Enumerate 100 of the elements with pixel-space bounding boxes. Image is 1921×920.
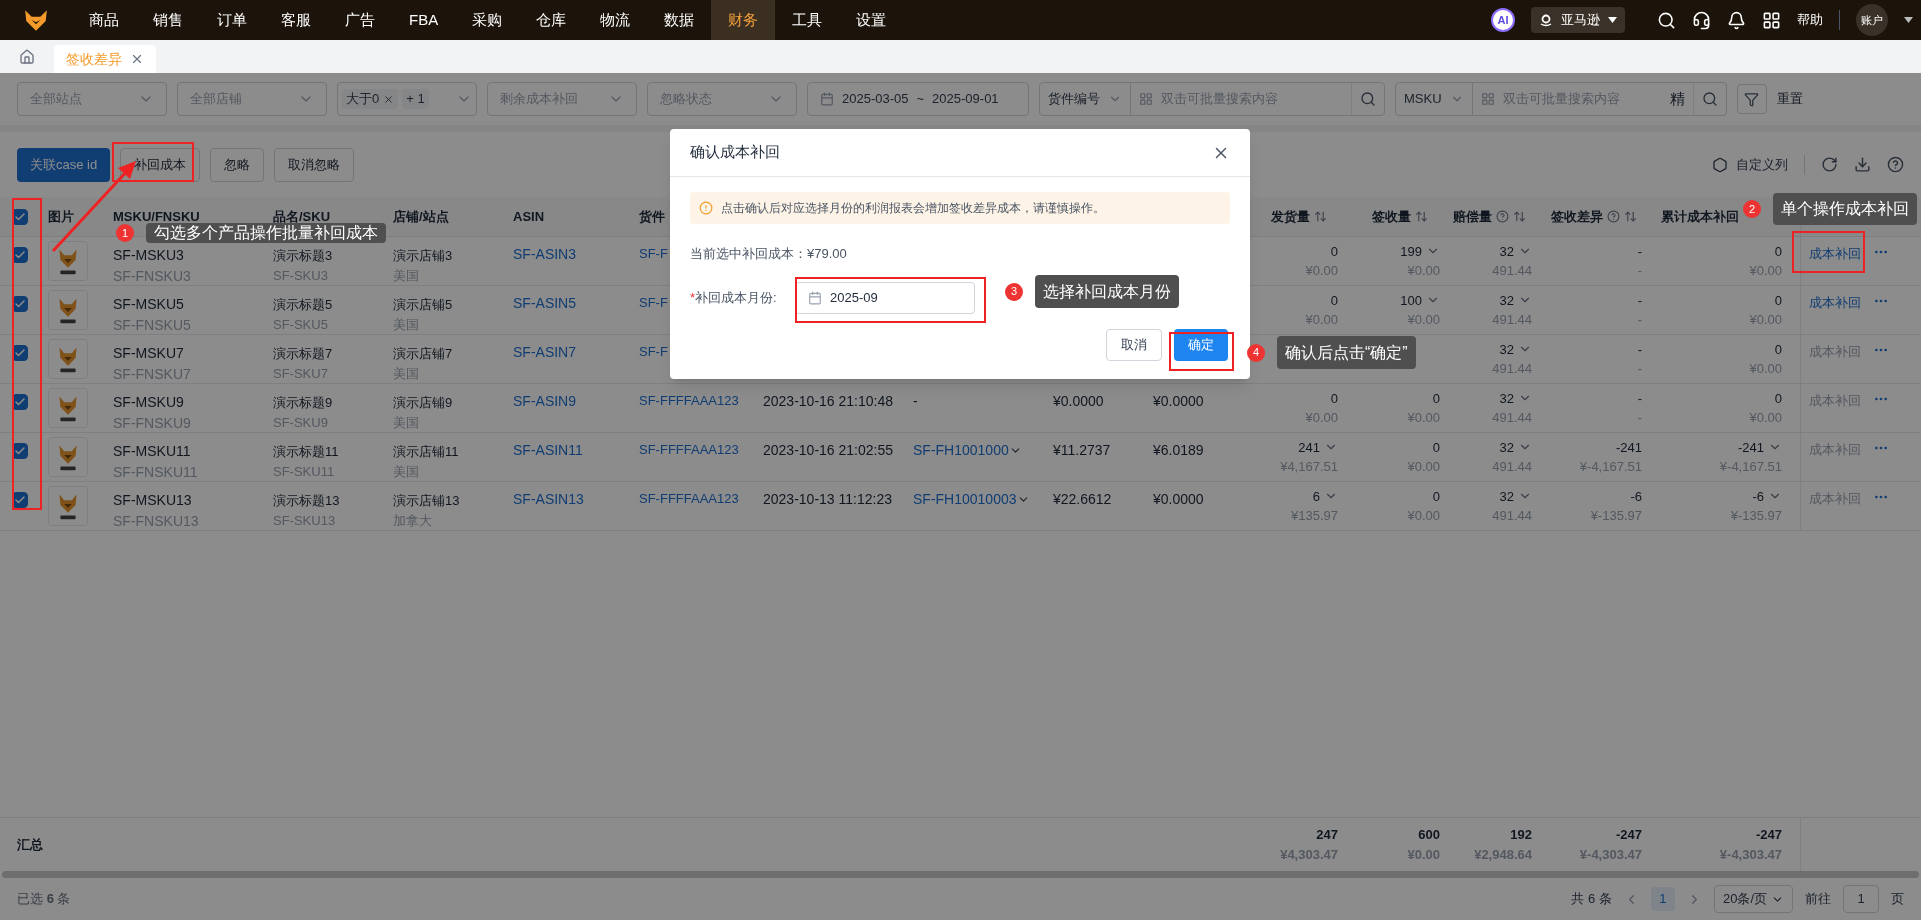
help-icon[interactable] bbox=[1887, 156, 1904, 173]
product-title: 演示标题9 bbox=[273, 394, 334, 412]
column-header: 赔偿量 bbox=[1453, 207, 1492, 226]
marketplace-dropdown[interactable]: 亚马逊 bbox=[1531, 7, 1625, 33]
toolbar-button[interactable]: 关联case id bbox=[17, 147, 111, 182]
cell-value: 6 bbox=[1312, 487, 1320, 506]
msku-text: SF-MSKU7 bbox=[113, 344, 185, 363]
nav-menu-item[interactable]: 广告 bbox=[328, 0, 392, 40]
remove-tag-icon[interactable] bbox=[383, 93, 395, 105]
close-icon[interactable] bbox=[130, 52, 144, 66]
asin-link[interactable]: SF-ASIN11 bbox=[513, 442, 583, 458]
cell-amount: ¥0.00 bbox=[1407, 262, 1440, 280]
shipment-id-text[interactable]: SF-FH1001000 bbox=[913, 440, 1009, 461]
cost-recovery-link[interactable]: 成本补回 bbox=[1809, 243, 1861, 263]
more-count-tag: + 1 bbox=[402, 89, 429, 109]
cell-amount: 491.44 bbox=[1492, 458, 1532, 476]
fnsku-text: SF-FNSKU9 bbox=[113, 414, 192, 433]
hexagon-icon bbox=[1712, 156, 1728, 173]
ai-badge[interactable]: AI bbox=[1491, 8, 1515, 32]
callout-tooltip: 单个操作成本补回 bbox=[1773, 193, 1917, 225]
nav-menu-item[interactable]: 采购 bbox=[455, 0, 520, 40]
asin-link[interactable]: SF-ASIN7 bbox=[513, 344, 576, 360]
help-link[interactable]: 帮助 bbox=[1797, 10, 1823, 30]
shipment-id-text[interactable]: SF-FH10010003 bbox=[913, 489, 1017, 510]
search-icon[interactable] bbox=[1657, 10, 1676, 30]
apps-icon[interactable] bbox=[1762, 10, 1781, 30]
field-label: 补回成本月份: bbox=[695, 288, 778, 307]
horizontal-scrollbar[interactable] bbox=[2, 871, 1919, 878]
filter-icon bbox=[1744, 91, 1760, 107]
nav-menu-item[interactable]: 设置 bbox=[839, 0, 904, 40]
caret-icon bbox=[1608, 17, 1617, 23]
fnsku-text: SF-FNSKU5 bbox=[113, 316, 192, 335]
shipment-number-link[interactable]: SF-FFFFAAA123 bbox=[639, 442, 739, 457]
nav-menu-item[interactable]: FBA bbox=[392, 0, 456, 40]
cell-value: 600 bbox=[1418, 826, 1440, 844]
sort-icon[interactable] bbox=[1513, 210, 1526, 223]
shipment-number-link[interactable]: SF-F bbox=[639, 344, 668, 359]
asin-link[interactable]: SF-ASIN5 bbox=[513, 295, 576, 311]
confirm-button[interactable]: 确定 bbox=[1174, 328, 1228, 361]
nav-menu-item[interactable]: 数据 bbox=[647, 0, 712, 40]
cell-amount: ¥-4,303.47 bbox=[1719, 845, 1782, 864]
cell-value: 32 bbox=[1499, 438, 1514, 457]
reset-button[interactable]: 重置 bbox=[1776, 89, 1803, 109]
cell-value: 100 bbox=[1400, 291, 1422, 310]
cost-recovery-link[interactable]: 成本补回 bbox=[1809, 292, 1861, 312]
msku-text: SF-MSKU9 bbox=[113, 393, 185, 412]
toolbar-button[interactable]: 取消忽略 bbox=[274, 147, 355, 182]
cell-amount: - bbox=[1637, 360, 1642, 378]
cell-value: -247 bbox=[1755, 826, 1782, 844]
sku-text: SF-SKU3 bbox=[273, 266, 329, 285]
sort-icon[interactable] bbox=[1314, 210, 1327, 223]
nav-menu-item[interactable]: 客服 bbox=[264, 0, 328, 40]
nav-menu-item[interactable]: 仓库 bbox=[519, 0, 584, 40]
shipment-number-link[interactable]: SF-F bbox=[639, 246, 668, 261]
nav-menu-item[interactable]: 订单 bbox=[200, 0, 264, 40]
asin-link[interactable]: SF-ASIN9 bbox=[513, 393, 576, 409]
headset-icon[interactable] bbox=[1692, 10, 1711, 30]
page-number-button[interactable]: 1 bbox=[1650, 887, 1675, 911]
cell-value: -241 bbox=[1737, 438, 1764, 457]
help-icon[interactable] bbox=[1496, 210, 1509, 223]
fnsku-text: SF-FNSKU11 bbox=[113, 463, 199, 482]
product-title: 演示标题11 bbox=[273, 443, 340, 461]
nav-menu-item[interactable]: 财务 bbox=[711, 0, 776, 40]
shipment-number-link[interactable]: SF-FFFFAAA123 bbox=[639, 491, 739, 506]
toolbar-button[interactable]: 忽略 bbox=[210, 147, 265, 182]
nav-menu-item[interactable]: 商品 bbox=[72, 0, 136, 40]
custom-columns-button[interactable]: 自定义列 bbox=[1712, 154, 1788, 175]
nav-menu-item[interactable]: 物流 bbox=[583, 0, 648, 40]
cell-amount: ¥0.00 bbox=[1305, 311, 1338, 329]
shipment-number-link[interactable]: SF-F bbox=[639, 295, 668, 310]
cell-amount: 491.44 bbox=[1492, 360, 1532, 378]
sort-icon[interactable] bbox=[1415, 210, 1428, 223]
cell-amount: 491.44 bbox=[1492, 311, 1532, 329]
bell-icon[interactable] bbox=[1727, 10, 1746, 30]
cell-value: 0 bbox=[1432, 438, 1440, 457]
cancel-button[interactable]: 取消 bbox=[1106, 328, 1162, 361]
total-count: 共 6 条 bbox=[1571, 890, 1612, 909]
help-icon[interactable] bbox=[1607, 210, 1620, 223]
download-icon[interactable] bbox=[1854, 156, 1871, 173]
cell-amount: ¥-135.97 bbox=[1730, 507, 1782, 525]
nav-menu-item[interactable]: 销售 bbox=[136, 0, 200, 40]
tag-select-field[interactable]: 大于0 + 1 bbox=[337, 82, 477, 116]
page-size-select[interactable]: 20条/页 bbox=[1713, 885, 1793, 913]
cell-amount: 491.44 bbox=[1492, 507, 1532, 525]
sort-icon[interactable] bbox=[1624, 210, 1637, 223]
date-range-field[interactable]: 2025-03-05 ~ 2025-09-01 bbox=[807, 82, 1029, 116]
nav-menu-item[interactable]: 工具 bbox=[775, 0, 840, 40]
asin-link[interactable]: SF-ASIN13 bbox=[513, 491, 584, 507]
cell-amount: - bbox=[1637, 262, 1642, 280]
date-text: 2023-10-16 21:10:48 bbox=[763, 393, 893, 409]
asin-link[interactable]: SF-ASIN3 bbox=[513, 246, 576, 262]
account-avatar[interactable]: 账户 bbox=[1856, 4, 1888, 36]
shipment-number-link[interactable]: SF-FFFFAAA123 bbox=[639, 393, 739, 408]
filter-button[interactable] bbox=[1736, 84, 1767, 114]
date-text: 2023-10-16 21:02:55 bbox=[763, 442, 893, 458]
page-jump-field[interactable]: 1 bbox=[1843, 885, 1879, 913]
warning-icon bbox=[699, 201, 713, 215]
cell-value: 0 bbox=[1330, 389, 1338, 408]
refresh-icon[interactable] bbox=[1821, 156, 1838, 173]
home-icon[interactable] bbox=[19, 48, 35, 65]
